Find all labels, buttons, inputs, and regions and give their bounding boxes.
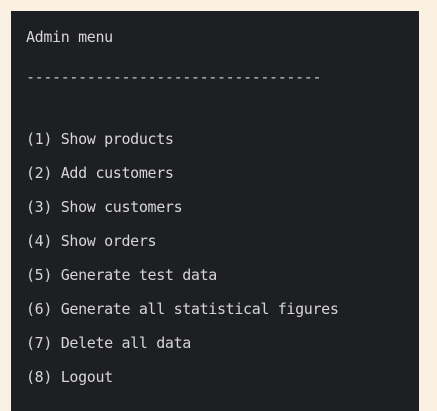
- menu-title: Admin menu: [26, 28, 113, 46]
- menu-separator: ----------------------------------: [26, 68, 322, 86]
- menu-list: (1) Show products (2) Add customers (3) …: [11, 129, 419, 386]
- menu-item-show-orders: (4) Show orders: [26, 232, 157, 250]
- page-background: Admin menu -----------------------------…: [0, 0, 437, 411]
- menu-item-add-customers: (2) Add customers: [26, 164, 174, 182]
- menu-item-generate-statistical-figures: (6) Generate all statistical figures: [26, 300, 339, 318]
- console-output-panel: Admin menu -----------------------------…: [11, 11, 419, 411]
- menu-item-generate-test-data: (5) Generate test data: [26, 266, 217, 284]
- menu-item-show-customers: (3) Show customers: [26, 198, 183, 216]
- menu-item-logout: (8) Logout: [26, 368, 113, 386]
- menu-item-delete-all-data: (7) Delete all data: [26, 334, 191, 352]
- menu-item-show-products: (1) Show products: [26, 130, 174, 148]
